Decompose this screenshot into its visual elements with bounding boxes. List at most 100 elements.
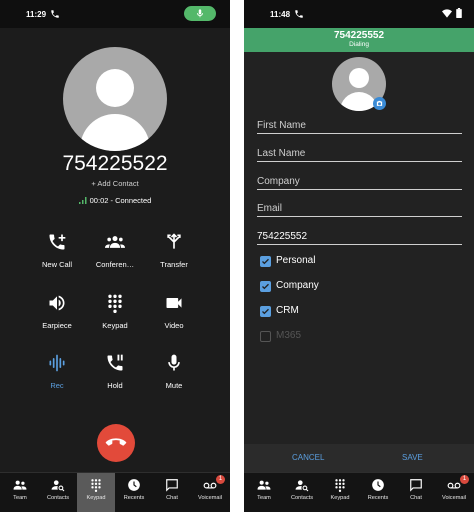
mute-button[interactable]: Mute — [144, 353, 204, 390]
first-name-field[interactable]: First Name — [257, 114, 462, 134]
record-button[interactable]: Rec — [27, 353, 87, 390]
team-icon — [257, 480, 271, 490]
voicemail-icon — [203, 482, 217, 489]
last-name-placeholder: Last Name — [257, 148, 306, 159]
status-time: 11:48 — [270, 10, 291, 19]
video-button[interactable]: Video — [144, 293, 204, 330]
nav-team-label: Team — [257, 495, 271, 501]
nav-chat[interactable]: Chat — [153, 473, 191, 512]
transfer-button[interactable]: Transfer — [144, 232, 204, 269]
contacts-search-icon — [51, 480, 65, 492]
active-mic-indicator[interactable] — [184, 6, 216, 21]
phone-field[interactable]: 754225552 — [257, 225, 462, 245]
nav-voicemail-label: Voicemail — [442, 495, 466, 501]
hold-button[interactable]: Hold — [85, 353, 145, 390]
in-call-screen: 11:29 754225522 + Add Contact 00:02 - Co… — [0, 0, 230, 512]
nav-chat-label: Chat — [410, 495, 422, 501]
phone-status-icon — [51, 10, 59, 18]
dialing-contact-screen: 11:48 754225552 Dialing First Name Last … — [244, 0, 474, 512]
status-time: 11:29 — [26, 10, 47, 19]
clock-icon — [128, 479, 140, 491]
add-call-icon — [49, 234, 66, 250]
battery-icon — [456, 8, 462, 18]
earpiece-button[interactable]: Earpiece — [27, 293, 87, 330]
checkbox-checked — [260, 256, 271, 267]
nav-contacts-label: Contacts — [290, 495, 314, 501]
clock-icon — [372, 479, 384, 491]
keypad-label: Keypad — [102, 321, 128, 330]
mute-label: Mute — [165, 381, 183, 390]
nav-voicemail[interactable]: Voicemail 1 — [191, 473, 229, 512]
voicemail-badge: 1 — [460, 475, 469, 484]
avatar-head — [349, 68, 369, 88]
company-placeholder: Company — [257, 176, 300, 187]
record-label: Rec — [50, 381, 64, 390]
voicemail-badge: 1 — [216, 475, 225, 484]
nav-team[interactable]: Team — [1, 473, 39, 512]
save-button[interactable]: SAVE — [402, 453, 423, 462]
phone-value: 754225552 — [257, 231, 308, 242]
hangup-button[interactable] — [97, 424, 135, 462]
chat-icon — [410, 479, 422, 492]
nav-contacts[interactable]: Contacts — [39, 473, 77, 512]
video-icon — [166, 298, 182, 308]
contact-avatar — [63, 47, 167, 151]
personal-label: Personal — [276, 255, 316, 266]
change-photo-button[interactable] — [373, 97, 386, 110]
dialing-status: Dialing — [349, 41, 369, 48]
nav-keypad[interactable]: Keypad — [77, 473, 115, 512]
nav-keypad[interactable]: Keypad — [321, 473, 359, 512]
add-contact-link[interactable]: + Add Contact — [0, 179, 230, 188]
mic-icon — [168, 354, 180, 371]
cancel-button[interactable]: CANCEL — [292, 453, 324, 462]
speaker-icon — [49, 295, 65, 311]
email-field[interactable]: Email — [257, 197, 462, 217]
check-icon — [262, 283, 269, 290]
voicemail-icon — [447, 482, 461, 489]
new-call-label: New Call — [41, 260, 72, 269]
avatar-head — [96, 69, 134, 107]
dialpad-icon — [335, 479, 345, 492]
call-status: 00:02 - Connected — [0, 196, 230, 205]
nav-voicemail-label: Voicemail — [198, 495, 222, 501]
nav-keypad-label: Keypad — [86, 495, 106, 501]
team-icon — [13, 480, 27, 490]
nav-recents[interactable]: Recents — [359, 473, 397, 512]
company-label: Company — [276, 280, 319, 291]
nav-contacts-label: Contacts — [46, 495, 70, 501]
new-call-button[interactable]: New Call — [27, 232, 87, 269]
camera-icon — [376, 100, 383, 106]
nav-voicemail[interactable]: Voicemail 1 — [435, 473, 473, 512]
nav-recents-label: Recents — [123, 495, 145, 501]
nav-contacts[interactable]: Contacts — [283, 473, 321, 512]
check-icon — [262, 258, 269, 265]
nav-keypad-label: Keypad — [330, 495, 350, 501]
transfer-label: Transfer — [160, 260, 188, 269]
nav-chat[interactable]: Chat — [397, 473, 435, 512]
conference-button[interactable]: Conferen… — [85, 232, 145, 269]
first-name-placeholder: First Name — [257, 120, 306, 131]
status-bar: 11:48 — [244, 0, 474, 28]
nav-team-label: Team — [13, 495, 27, 501]
keypad-button[interactable]: Keypad — [85, 293, 145, 330]
email-placeholder: Email — [257, 203, 283, 214]
signal-icon — [78, 197, 87, 204]
nav-team[interactable]: Team — [245, 473, 283, 512]
nav-recents[interactable]: Recents — [115, 473, 153, 512]
nav-chat-label: Chat — [166, 495, 178, 501]
bottom-navigation: Team Contacts Keypad Recents Chat Voicem… — [0, 472, 230, 512]
form-action-bar: CANCEL SAVE — [244, 444, 474, 472]
dialing-number: 754225552 — [333, 30, 385, 41]
m365-label: M365 — [276, 330, 302, 341]
conference-label: Conferen… — [95, 260, 135, 269]
last-name-field[interactable]: Last Name — [257, 142, 462, 162]
crm-label: CRM — [276, 305, 299, 316]
hold-icon — [107, 354, 123, 371]
checkbox-checked — [260, 306, 271, 317]
video-label: Video — [164, 321, 184, 330]
company-field[interactable]: Company — [257, 170, 462, 190]
contacts-search-icon — [295, 480, 309, 492]
dialpad-icon — [91, 479, 101, 492]
dialpad-icon — [108, 294, 122, 313]
check-icon — [262, 308, 269, 315]
